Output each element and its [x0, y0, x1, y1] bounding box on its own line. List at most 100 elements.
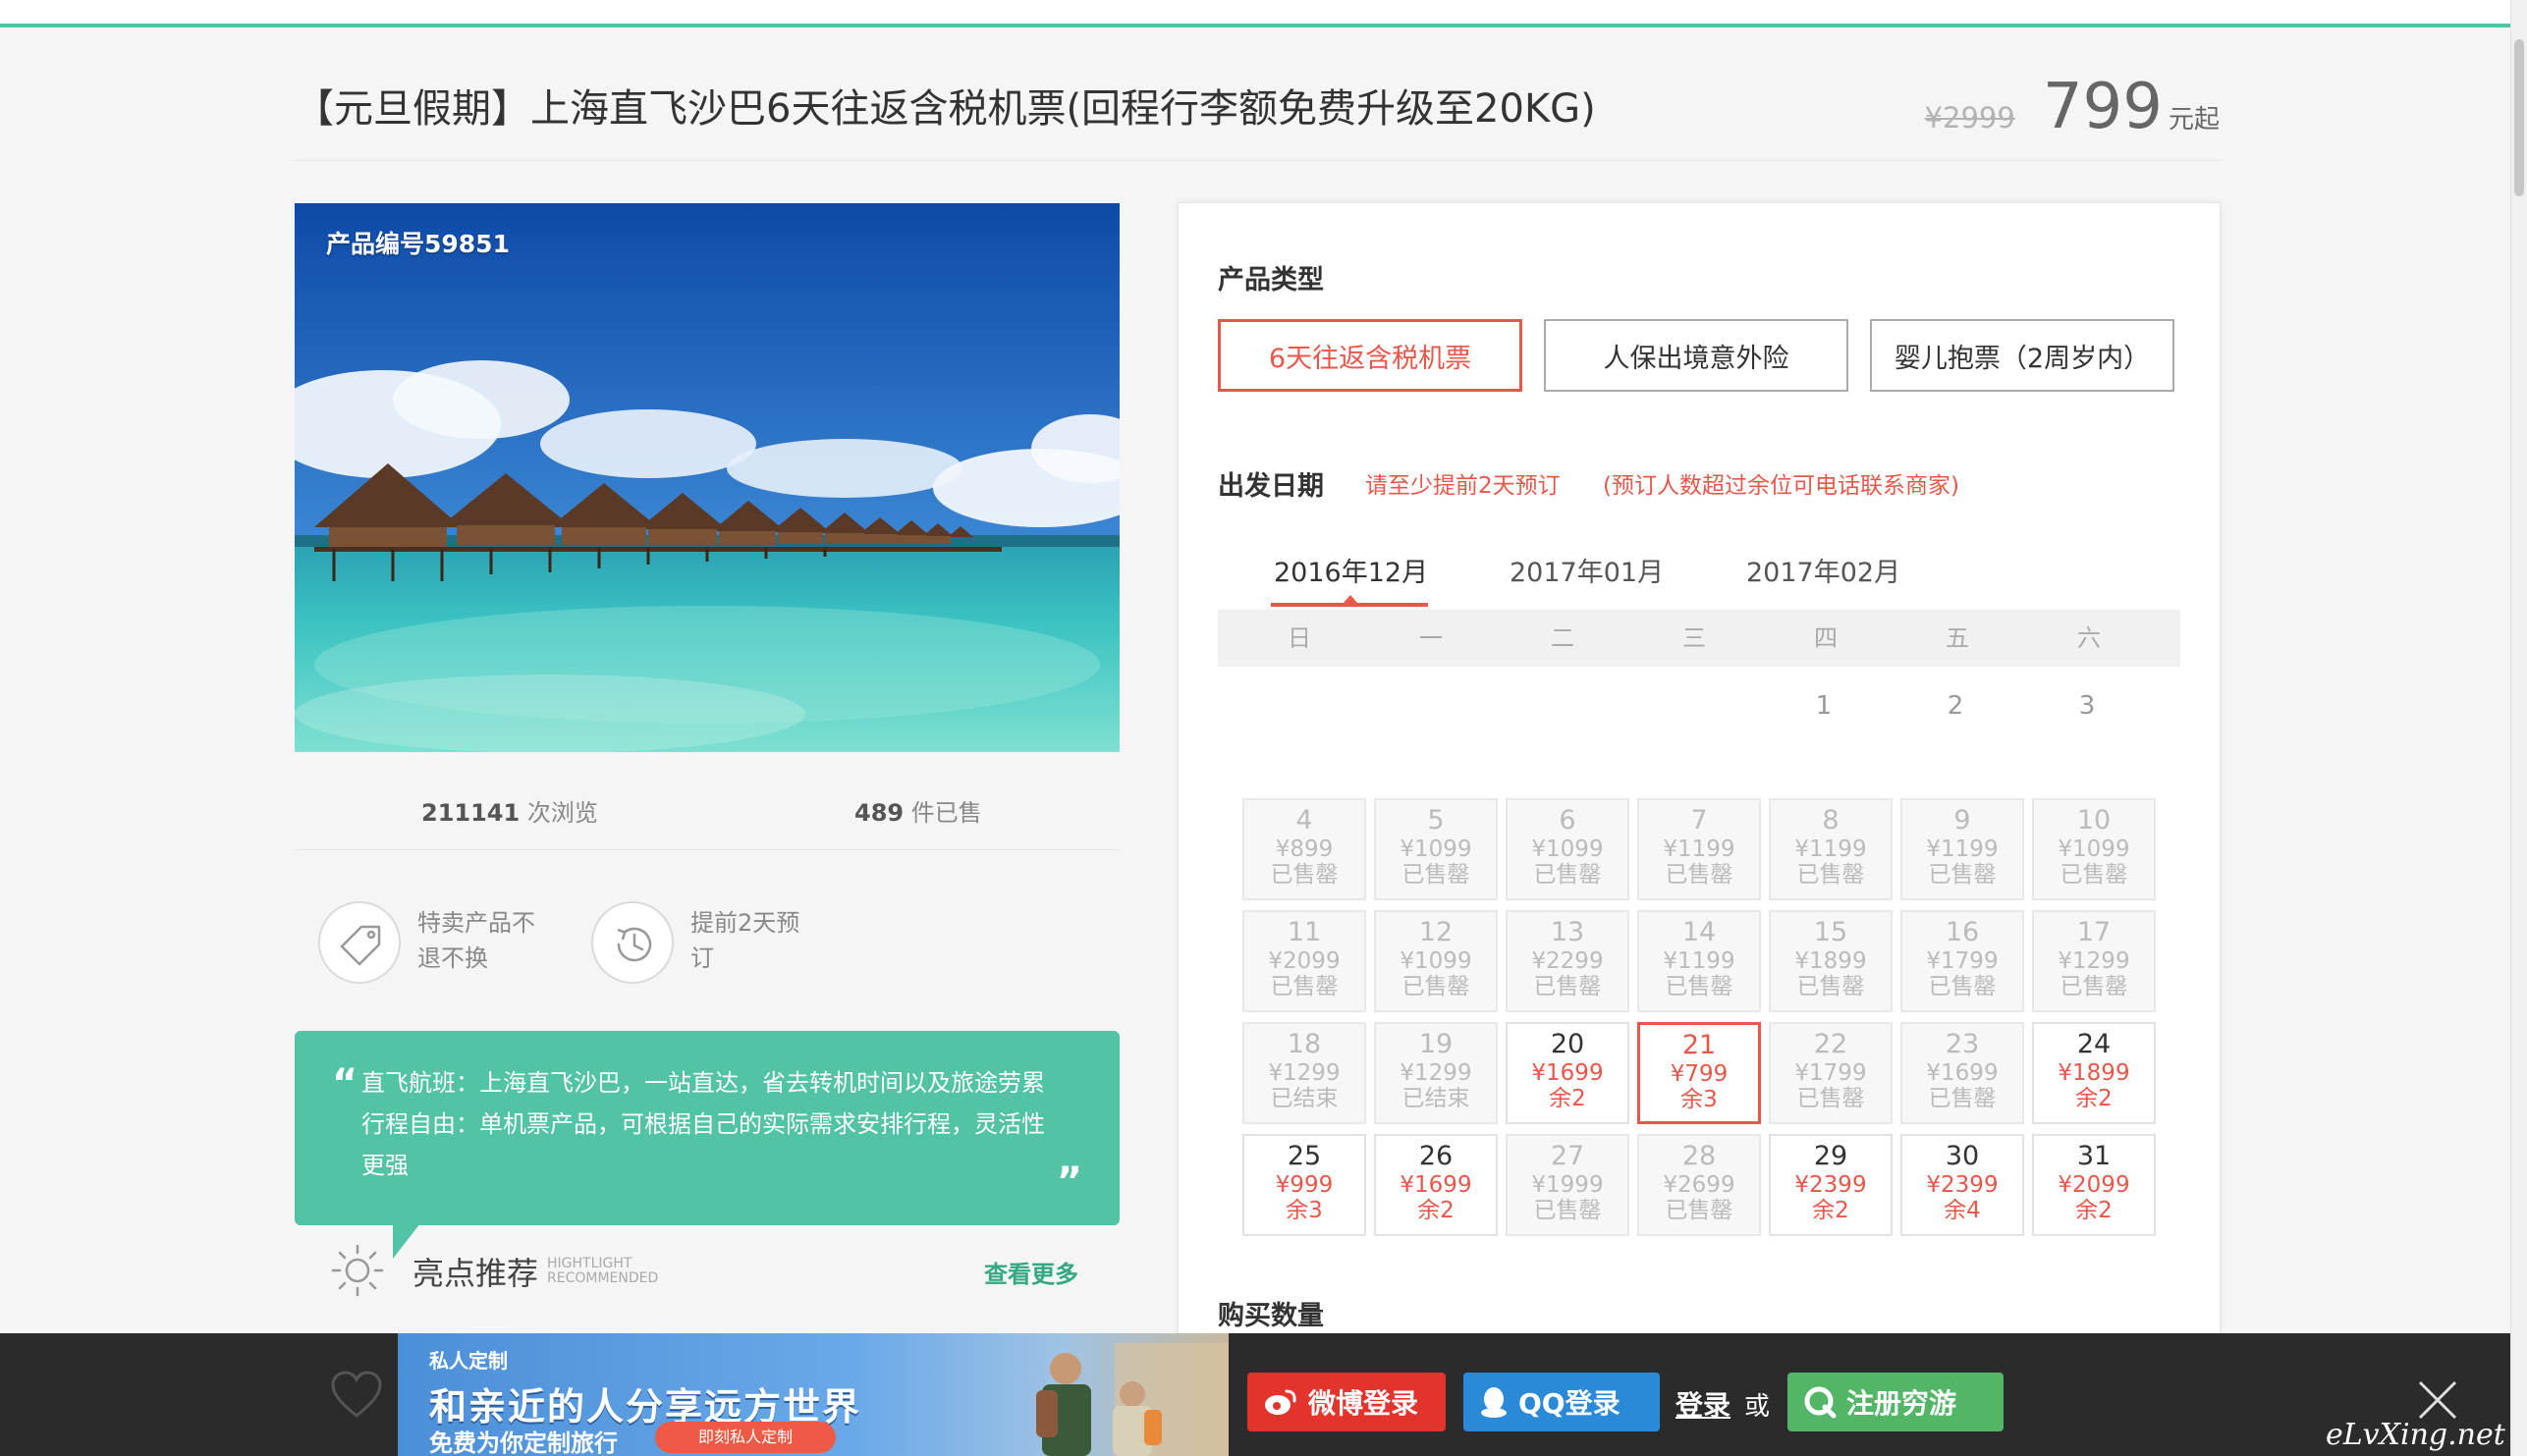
calendar-day-number: 15 [1813, 917, 1848, 947]
quote-text: 直飞航班：上海直飞沙巴，一站直达，省去转机时间以及旅途劳累 行程自由：单机票产品… [361, 1062, 1069, 1186]
open-quote-icon: “ [332, 1061, 358, 1106]
clock-icon [591, 901, 674, 984]
price-block: ¥2999 799 元起 [1925, 71, 2220, 143]
login-link[interactable]: 登录 [1676, 1384, 1730, 1424]
calendar-day-cell: 7 ¥1199 已售罄 [1637, 798, 1761, 900]
tag-icon [318, 901, 401, 984]
calendar-day-cell: 17 ¥1299 已售罄 [2032, 910, 2156, 1012]
product-type-option-insurance[interactable]: 人保出境意外险 [1544, 319, 1848, 392]
calendar-day-cell[interactable]: 29 ¥2399 余2 [1769, 1134, 1893, 1236]
qyer-logo-icon [1804, 1386, 1837, 1419]
calendar-day-status: 已售罄 [1796, 1086, 1865, 1111]
calendar-day-price: ¥1199 [1663, 948, 1735, 974]
qq-login-button[interactable]: QQ登录 [1463, 1373, 1660, 1431]
calendar-day-number: 31 [2076, 1141, 2112, 1171]
weibo-login-button[interactable]: 微博登录 [1247, 1373, 1446, 1431]
calendar-day-number: 27 [1550, 1141, 1585, 1171]
calendar-day-price: ¥1699 [1531, 1060, 1604, 1086]
product-type-option-roundtrip[interactable]: 6天往返含税机票 [1218, 319, 1522, 392]
calendar-day-price: ¥1099 [2058, 836, 2130, 862]
quantity-label: 购买数量 [1218, 1301, 1324, 1331]
calendar-day-status: 已售罄 [2060, 862, 2128, 888]
calendar-day-status: 已售罄 [1796, 974, 1865, 999]
calendar-day-cell: 10 ¥1099 已售罄 [2032, 798, 2156, 900]
product-stats: 211141 次浏览 489 件已售 [295, 785, 1120, 850]
calendar-day-status: 余2 [1417, 1198, 1455, 1223]
calendar-day-number: 4 [1295, 805, 1313, 836]
calendar-day-cell: 12 ¥1099 已售罄 [1374, 910, 1498, 1012]
view-count-number: 211141 [421, 799, 521, 827]
product-type-option-infant[interactable]: 婴儿抱票（2周岁内） [1870, 319, 2174, 392]
weekday: 日 [1288, 624, 1311, 652]
calendar-day-no-price: 1 [1815, 691, 1833, 721]
calendar-day-price: ¥1799 [1794, 1060, 1867, 1086]
heart-icon[interactable] [330, 1371, 383, 1420]
calendar-day-number: 24 [2076, 1029, 2112, 1059]
custom-travel-banner[interactable]: 私人定制 和亲近的人分享远方世界 免费为你定制旅行 即刻私人定制 [398, 1333, 1229, 1456]
calendar-day-number: 12 [1418, 917, 1454, 947]
close-icon[interactable] [2416, 1378, 2459, 1422]
calendar-day-no-price: 3 [2078, 691, 2096, 721]
calendar-day-price: ¥1199 [1926, 836, 1999, 862]
view-more-link[interactable]: 查看更多 [984, 1255, 1078, 1289]
calendar-day-cell: 14 ¥1199 已售罄 [1637, 910, 1761, 1012]
calendar-day-price: ¥1699 [1400, 1172, 1472, 1198]
calendar-day-price: ¥1799 [1926, 948, 1999, 974]
calendar-day-number: 6 [1559, 805, 1576, 836]
calendar-day-cell[interactable]: 24 ¥1899 余2 [2032, 1022, 2156, 1124]
calendar-day-status: 已售罄 [1665, 974, 1733, 999]
calendar-day-number: 25 [1287, 1141, 1322, 1171]
calendar-day-price: ¥1099 [1400, 948, 1472, 974]
sold-count-number: 489 [854, 799, 905, 827]
calendar-day-price: ¥1299 [2058, 948, 2130, 974]
calendar-day-cell[interactable]: 21 ¥799 余3 [1637, 1022, 1761, 1124]
calendar-day-status: 已结束 [1401, 1086, 1470, 1111]
advance-booking-notice: 请至少提前2天预订 [1365, 473, 1561, 499]
calendar-day-number: 17 [2076, 917, 2112, 947]
calendar-day-status: 余3 [1680, 1087, 1718, 1112]
page-scrollbar[interactable] [2510, 0, 2527, 1456]
calendar-day-status: 已售罄 [1928, 1086, 1997, 1111]
calendar-day-cell[interactable]: 26 ¥1699 余2 [1374, 1134, 1498, 1236]
calendar-day-price: ¥1199 [1794, 836, 1867, 862]
calendar-day-number: 20 [1550, 1029, 1585, 1059]
calendar-day-price: ¥799 [1670, 1061, 1729, 1087]
calendar-day-number: 28 [1681, 1141, 1717, 1171]
calendar-day-status: 已售罄 [1665, 862, 1733, 888]
calendar-day-cell[interactable]: 20 ¥1699 余2 [1506, 1022, 1629, 1124]
calendar-day-price: ¥2099 [2058, 1172, 2130, 1198]
weekday: 二 [1551, 624, 1574, 652]
product-photo[interactable]: 产品编号59851 [295, 203, 1120, 752]
calendar-day-status: 余2 [2075, 1086, 2113, 1111]
calendar-day-cell: 28 ¥2699 已售罄 [1637, 1134, 1761, 1236]
highlight-en-line: HIGHTLIGHT [547, 1256, 632, 1271]
qq-penguin-icon [1481, 1387, 1507, 1418]
banner-cta-button[interactable]: 即刻私人定制 [655, 1422, 836, 1453]
calendar-day-cell: 19 ¥1299 已结束 [1374, 1022, 1498, 1124]
weekday: 六 [2077, 624, 2101, 652]
highlight-header: 亮点推荐 HIGHTLIGHT RECOMMENDED 查看更多 [295, 1239, 1120, 1298]
weekday: 五 [1946, 624, 1969, 652]
month-tab-2016-12[interactable]: 2016年12月 [1274, 551, 1428, 589]
month-tab-2017-02[interactable]: 2017年02月 [1746, 551, 1900, 589]
feature-text: 提前2天预订 [690, 909, 800, 972]
calendar-day-cell[interactable]: 30 ¥2399 余4 [1900, 1134, 2024, 1236]
product-number-label: 产品编号59851 [326, 230, 510, 258]
calendar-day-cell[interactable]: 31 ¥2099 余2 [2032, 1134, 2156, 1236]
calendar-day-cell: 15 ¥1899 已售罄 [1769, 910, 1893, 1012]
or-text: 或 [1744, 1392, 1771, 1422]
calendar-day-number: 10 [2076, 805, 2112, 836]
calendar-day-cell[interactable]: 25 ¥999 余3 [1242, 1134, 1366, 1236]
scrollbar-thumb[interactable] [2514, 39, 2524, 196]
register-button[interactable]: 注册穷游 [1787, 1373, 2004, 1431]
calendar-day-number: 23 [1945, 1029, 1980, 1059]
calendar-day-number: 13 [1550, 917, 1585, 947]
month-tab-2017-01[interactable]: 2017年01月 [1510, 551, 1664, 589]
weekday-header: 日 一 二 三 四 五 六 [1218, 610, 2180, 667]
calendar-day-number: 8 [1822, 805, 1840, 836]
calendar-day-price: ¥2699 [1663, 1172, 1735, 1198]
calendar-day-status: 已售罄 [1533, 1198, 1602, 1223]
calendar-day-cell: 6 ¥1099 已售罄 [1506, 798, 1629, 900]
banner-tag: 私人定制 [429, 1349, 508, 1373]
calendar-day-status: 已售罄 [1665, 1198, 1733, 1223]
